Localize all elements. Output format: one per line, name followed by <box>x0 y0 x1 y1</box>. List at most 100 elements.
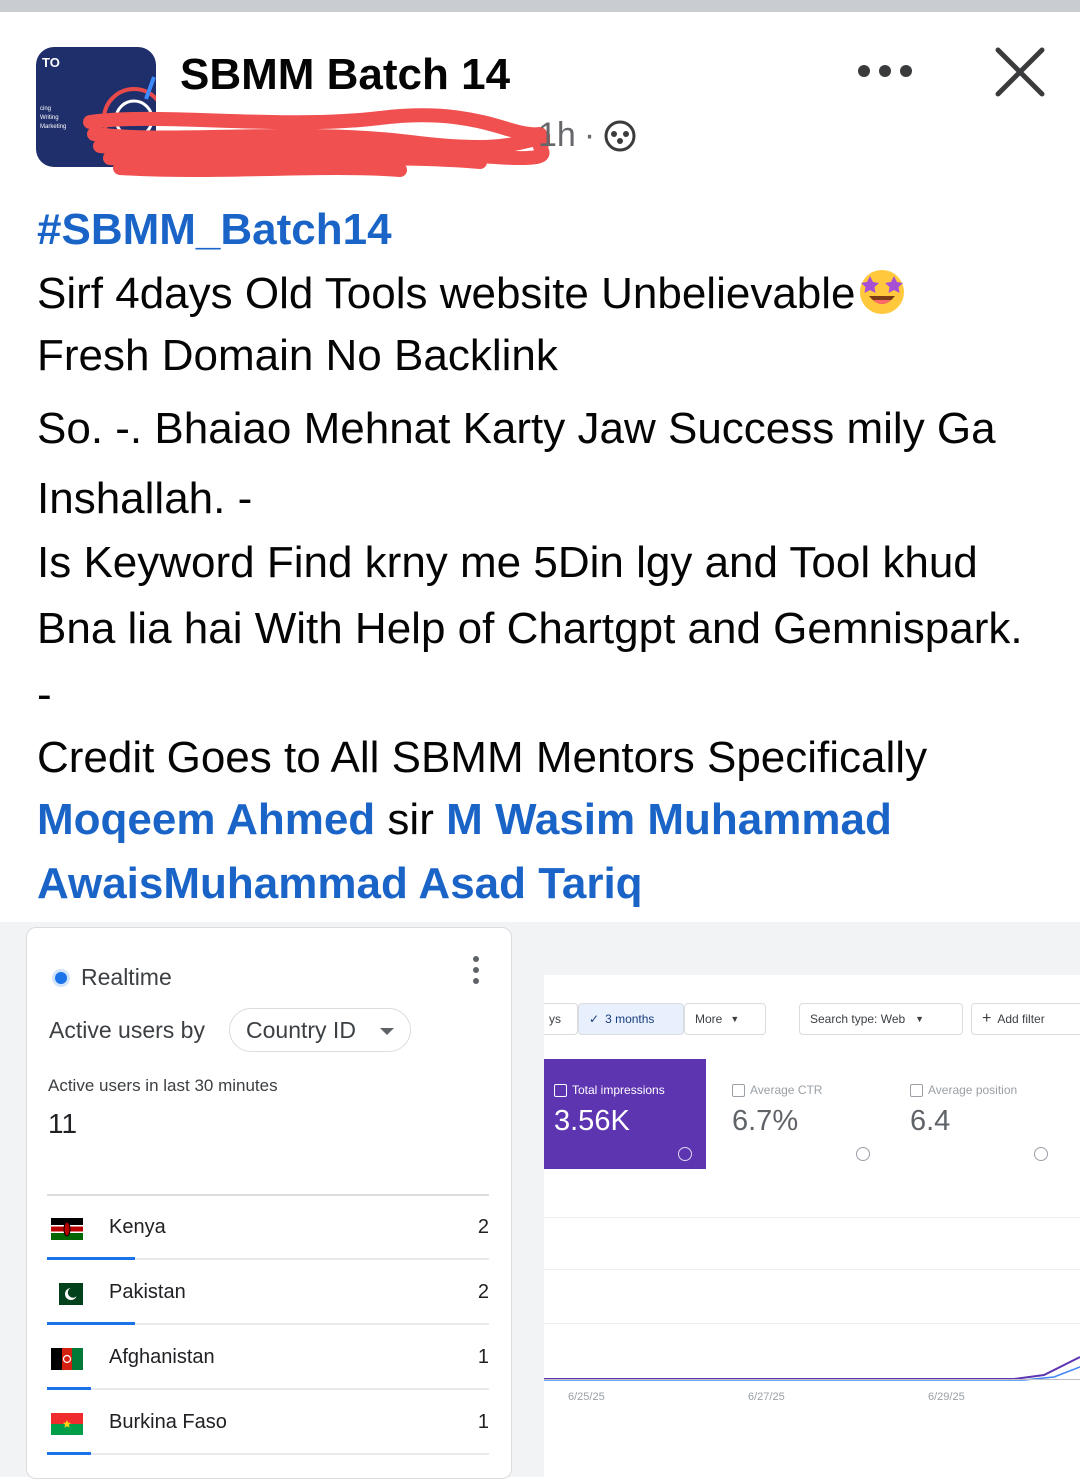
checkbox-icon <box>732 1083 745 1097</box>
active-users-by-label: Active users by <box>49 1017 205 1043</box>
analytics-realtime-card[interactable]: Realtime Active users by Country ID Acti… <box>26 927 512 1479</box>
help-icon[interactable] <box>856 1147 870 1161</box>
chip-label: Add filter <box>997 1012 1045 1026</box>
chip-label: ys <box>549 1012 561 1026</box>
post-line: So. -. Bhaiao Mehnat Karty Jaw Success m… <box>37 404 996 523</box>
checkbox-icon <box>910 1083 923 1097</box>
realtime-title: Realtime <box>81 964 172 990</box>
metric-label-text: Average CTR <box>750 1083 823 1097</box>
add-filter-button[interactable]: + Add filter <box>971 1003 1080 1035</box>
metric-average-ctr[interactable]: Average CTR 6.7% <box>722 1059 884 1169</box>
row-track <box>47 1257 489 1260</box>
metric-label: Total impressions <box>554 1083 696 1097</box>
more-dot <box>879 65 891 77</box>
caret-down-icon <box>380 1028 394 1035</box>
metric-label-text: Average position <box>928 1083 1018 1097</box>
burkina-faso-flag-icon <box>51 1413 83 1435</box>
country-value: 1 <box>477 1411 489 1433</box>
close-icon[interactable] <box>992 44 1048 100</box>
date-tick: 6/25/25 <box>568 1391 605 1403</box>
post-meta: 1h · <box>538 116 637 155</box>
kebab-dot <box>473 956 479 962</box>
top-bar <box>0 0 1080 12</box>
globe-icon <box>604 120 636 151</box>
row-bar <box>47 1452 92 1455</box>
help-icon[interactable] <box>1034 1147 1048 1161</box>
meta-separator: · <box>583 116 596 154</box>
country-name: Pakistan <box>109 1281 186 1303</box>
more-dot <box>900 65 912 77</box>
kebab-icon[interactable] <box>473 956 481 984</box>
kebab-dot <box>473 978 479 984</box>
chart-gridline <box>544 1269 1080 1270</box>
metric-average-position[interactable]: Average position 6.4 <box>900 1059 1062 1169</box>
metric-label: Average position <box>910 1083 1052 1097</box>
chip-label: 3 months <box>605 1012 655 1026</box>
more-options-icon[interactable] <box>858 54 918 88</box>
chip-label: Search type: Web <box>810 1012 906 1026</box>
row-track <box>47 1322 489 1325</box>
pakistan-flag-icon <box>51 1283 83 1305</box>
country-name: Kenya <box>109 1216 166 1238</box>
range-3-months-chip[interactable]: ✓ 3 months <box>578 1003 684 1035</box>
last30-label: Active users in last 30 minutes <box>48 1076 278 1095</box>
search-console-card[interactable]: ys ✓ 3 months More ▼ Search type: Web ▼ … <box>544 927 1080 1477</box>
row-bar <box>47 1387 92 1390</box>
mention-connector: sir <box>375 795 447 844</box>
row-track <box>47 1387 489 1390</box>
country-value: 2 <box>477 1216 489 1238</box>
post-line: Fresh Domain No Backlink <box>37 331 558 380</box>
afghanistan-flag-icon <box>51 1348 83 1370</box>
realtime-header: Realtime <box>55 964 172 991</box>
dimension-dropdown[interactable]: Country ID <box>229 1008 411 1052</box>
kenya-flag-icon <box>51 1218 83 1240</box>
metric-value: 6.7% <box>732 1105 799 1137</box>
date-tick: 6/29/25 <box>928 1391 965 1403</box>
search-type-filter[interactable]: Search type: Web ▼ <box>799 1003 963 1035</box>
post-text: #SBMM_Batch14 Sirf 4days Old Tools websi… <box>37 198 1047 916</box>
row-bar <box>47 1257 136 1260</box>
country-row: Afghanistan 1 <box>47 1326 489 1390</box>
plus-icon: + <box>982 1010 992 1027</box>
country-row: Kenya 2 <box>47 1196 489 1260</box>
country-row: Pakistan 2 <box>47 1261 489 1325</box>
metric-value: 6.4 <box>910 1105 951 1137</box>
live-dot-icon <box>55 971 67 984</box>
country-name: Afghanistan <box>109 1346 215 1368</box>
mention-link[interactable]: Moqeem Ahmed <box>37 795 375 844</box>
redaction-scribble <box>83 108 550 177</box>
kebab-dot <box>473 967 479 973</box>
checkbox-icon <box>554 1083 567 1097</box>
country-value: 2 <box>477 1281 489 1303</box>
country-value: 1 <box>477 1346 489 1368</box>
post-line: Credit Goes to All SBMM Mentors Specific… <box>37 733 928 782</box>
post-line: Is Keyword Find krny me 5Din lgy and Too… <box>37 538 1023 719</box>
hashtag-link[interactable]: #SBMM_Batch14 <box>37 205 392 254</box>
help-icon[interactable] <box>678 1147 692 1161</box>
dimension-value: Country ID <box>246 1016 356 1043</box>
active-users-count: 11 <box>48 1108 78 1139</box>
post-time[interactable]: 1h <box>538 116 576 155</box>
row-track <box>47 1452 489 1455</box>
group-name[interactable]: SBMM Batch 14 <box>180 50 510 100</box>
chart-gridline <box>544 1323 1080 1324</box>
checkmark-icon: ✓ <box>589 1012 600 1026</box>
date-tick: 6/27/25 <box>748 1391 785 1403</box>
chart-axis <box>544 1379 1080 1380</box>
country-name: Burkina Faso <box>109 1411 227 1433</box>
metric-value: 3.56K <box>554 1105 630 1137</box>
chart-gridline <box>544 1217 1080 1218</box>
metric-label-text: Total impressions <box>572 1083 665 1097</box>
metric-label: Average CTR <box>732 1083 874 1097</box>
post-line: Sirf 4days Old Tools website Unbelievabl… <box>37 269 856 318</box>
country-row: Burkina Faso 1 <box>47 1391 489 1455</box>
range-days-chip[interactable]: ys <box>544 1003 578 1035</box>
metric-total-impressions[interactable]: Total impressions 3.56K <box>544 1059 706 1169</box>
caret-down-icon: ▼ <box>730 1014 740 1024</box>
caret-down-icon: ▼ <box>915 1014 925 1024</box>
chip-label: More <box>695 1012 723 1026</box>
row-bar <box>47 1322 136 1325</box>
more-range-chip[interactable]: More ▼ <box>684 1003 766 1035</box>
more-dot <box>858 65 870 77</box>
star-eyes-emoji-icon <box>856 264 908 316</box>
